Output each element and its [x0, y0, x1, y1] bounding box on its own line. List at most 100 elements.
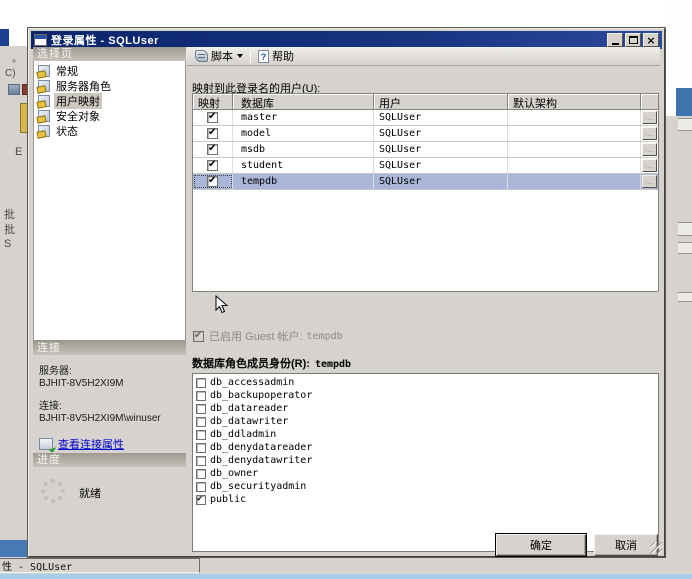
sidebar-item-server-roles[interactable]: 服务器角色 — [34, 78, 185, 93]
minimize-button[interactable] — [607, 33, 623, 47]
map-checkbox[interactable] — [207, 175, 218, 187]
ok-button[interactable]: 确定 — [496, 534, 586, 556]
role-checkbox[interactable] — [196, 494, 206, 505]
screen: 。C)E批批S 性 - SQLUser 登录属性 - SQLUser × — [0, 0, 692, 579]
close-button[interactable]: × — [643, 33, 659, 47]
sidebar-item-label: 服务器角色 — [56, 80, 111, 93]
maximize-button[interactable] — [625, 33, 641, 47]
toolbar-separator — [250, 49, 251, 63]
user-mapping-row[interactable]: tempdbSQLUser... — [193, 174, 658, 190]
role-checkbox[interactable] — [196, 442, 206, 453]
background-text-fragment: 批 — [4, 209, 15, 221]
user-mapping-row[interactable]: masterSQLUser... — [193, 110, 658, 126]
progress-panel: 进度 就绪 — [33, 453, 186, 554]
sidebar-item-label: 常规 — [56, 65, 78, 78]
background-grid-fragment — [665, 116, 692, 557]
default-schema-cell[interactable] — [508, 126, 641, 141]
background-selection-fragment — [676, 88, 692, 116]
sidebar-item-general[interactable]: 常规 — [34, 63, 185, 78]
role-item[interactable]: db_datawriter — [196, 415, 658, 428]
database-cell: tempdb — [233, 174, 374, 189]
select-page-panel: 选择页 常规 服务器角色 用户映射 安全对象 状态 — [33, 47, 186, 341]
user-mapping-row[interactable]: studentSQLUser... — [193, 158, 658, 174]
user-mapping-table: 映射数据库用户默认架构 masterSQLUser...modelSQLUser… — [192, 93, 659, 292]
default-schema-cell[interactable] — [508, 142, 641, 157]
user-cell[interactable]: SQLUser — [374, 126, 508, 141]
role-checkbox[interactable] — [196, 429, 206, 440]
role-checkbox[interactable] — [196, 416, 206, 427]
role-name: db_ddladmin — [210, 429, 277, 440]
help-button[interactable]: ? 帮助 — [254, 48, 298, 65]
role-item[interactable]: db_accessadmin — [196, 376, 658, 389]
script-button-label: 脚本 — [211, 51, 233, 63]
resize-grip[interactable] — [650, 542, 662, 554]
role-checkbox[interactable] — [196, 390, 206, 401]
roles-database: tempdb — [314, 359, 352, 370]
cancel-button[interactable]: 取消 — [594, 534, 658, 556]
map-checkbox[interactable] — [207, 111, 218, 123]
role-item[interactable]: db_owner — [196, 467, 658, 480]
background-text-fragment: 批 — [4, 224, 15, 236]
background-text-fragment: E — [15, 146, 23, 158]
user-cell[interactable]: SQLUser — [374, 110, 508, 125]
help-icon: ? — [258, 49, 269, 63]
chevron-down-icon — [237, 54, 243, 58]
browse-schema-button[interactable]: ... — [642, 175, 657, 188]
default-schema-cell[interactable] — [508, 174, 641, 189]
user-cell[interactable]: SQLUser — [374, 158, 508, 173]
sidebar-item-user-mapping[interactable]: 用户映射 — [34, 92, 185, 109]
grid-row-fragment — [678, 222, 692, 236]
role-item[interactable]: db_denydatawriter — [196, 454, 658, 467]
connection-panel: 连接 服务器: BJHIT-8V5H2XI9M 连接: BJHIT-8V5H2X… — [33, 341, 186, 451]
map-checkbox[interactable] — [207, 159, 218, 171]
role-name: db_denydatawriter — [210, 455, 313, 466]
script-button[interactable]: 脚本 — [191, 48, 247, 65]
roles-membership-label: 数据库角色成员身份(R): — [192, 358, 310, 370]
column-header[interactable]: 默认架构 — [508, 94, 641, 110]
role-checkbox[interactable] — [196, 377, 206, 388]
user-cell[interactable]: SQLUser — [374, 174, 508, 189]
login-properties-dialog: 登录属性 - SQLUser × 选择页 常规 服务器角色 用户映射 安全对象 状态 连… — [28, 28, 665, 557]
browse-schema-button[interactable]: ... — [642, 111, 657, 124]
column-header[interactable]: 映射 — [193, 94, 233, 110]
sidebar-item-status[interactable]: 状态 — [34, 123, 185, 138]
map-checkbox[interactable] — [207, 127, 218, 139]
default-schema-cell[interactable] — [508, 158, 641, 173]
role-item[interactable]: db_securityadmin — [196, 480, 658, 493]
role-item[interactable]: db_ddladmin — [196, 428, 658, 441]
default-schema-cell[interactable] — [508, 110, 641, 125]
guest-account-database: tempdb — [306, 330, 343, 342]
column-header[interactable]: 用户 — [374, 94, 508, 110]
role-checkbox[interactable] — [196, 468, 206, 479]
browse-schema-button[interactable]: ... — [642, 143, 657, 156]
role-item[interactable]: db_backupoperator — [196, 389, 658, 402]
database-cell: master — [233, 110, 374, 125]
role-name: db_denydatareader — [210, 442, 313, 453]
browse-schema-button[interactable]: ... — [642, 127, 657, 140]
role-item[interactable]: db_datareader — [196, 402, 658, 415]
role-name: db_datawriter — [210, 416, 289, 427]
sidebar-item-securables[interactable]: 安全对象 — [34, 108, 185, 123]
role-item[interactable]: db_denydatareader — [196, 441, 658, 454]
column-header[interactable]: 数据库 — [233, 94, 374, 110]
role-checkbox[interactable] — [196, 403, 206, 414]
tree-icon-fragment — [20, 103, 28, 133]
taskbar-button[interactable]: 性 - SQLUser — [0, 558, 200, 573]
dialog-toolbar: 脚本 ? 帮助 — [186, 47, 660, 66]
role-checkbox[interactable] — [196, 455, 206, 466]
role-name: public — [210, 494, 247, 505]
user-mapping-row[interactable]: msdbSQLUser... — [193, 142, 658, 158]
grid-row-fragment — [678, 118, 692, 131]
view-connection-properties-link[interactable]: 查看连接属性 — [58, 436, 124, 452]
taskbar-bottom-strip — [0, 574, 692, 579]
role-checkbox[interactable] — [196, 481, 206, 492]
toolbar-icon-fragment — [8, 84, 20, 95]
role-item[interactable]: public — [196, 493, 658, 506]
map-checkbox[interactable] — [207, 143, 218, 155]
minimize-icon — [611, 42, 619, 45]
database-cell: model — [233, 126, 374, 141]
browse-schema-button[interactable]: ... — [642, 159, 657, 172]
user-cell[interactable]: SQLUser — [374, 142, 508, 157]
user-mapping-row[interactable]: modelSQLUser... — [193, 126, 658, 142]
background-right-strip — [665, 0, 692, 557]
